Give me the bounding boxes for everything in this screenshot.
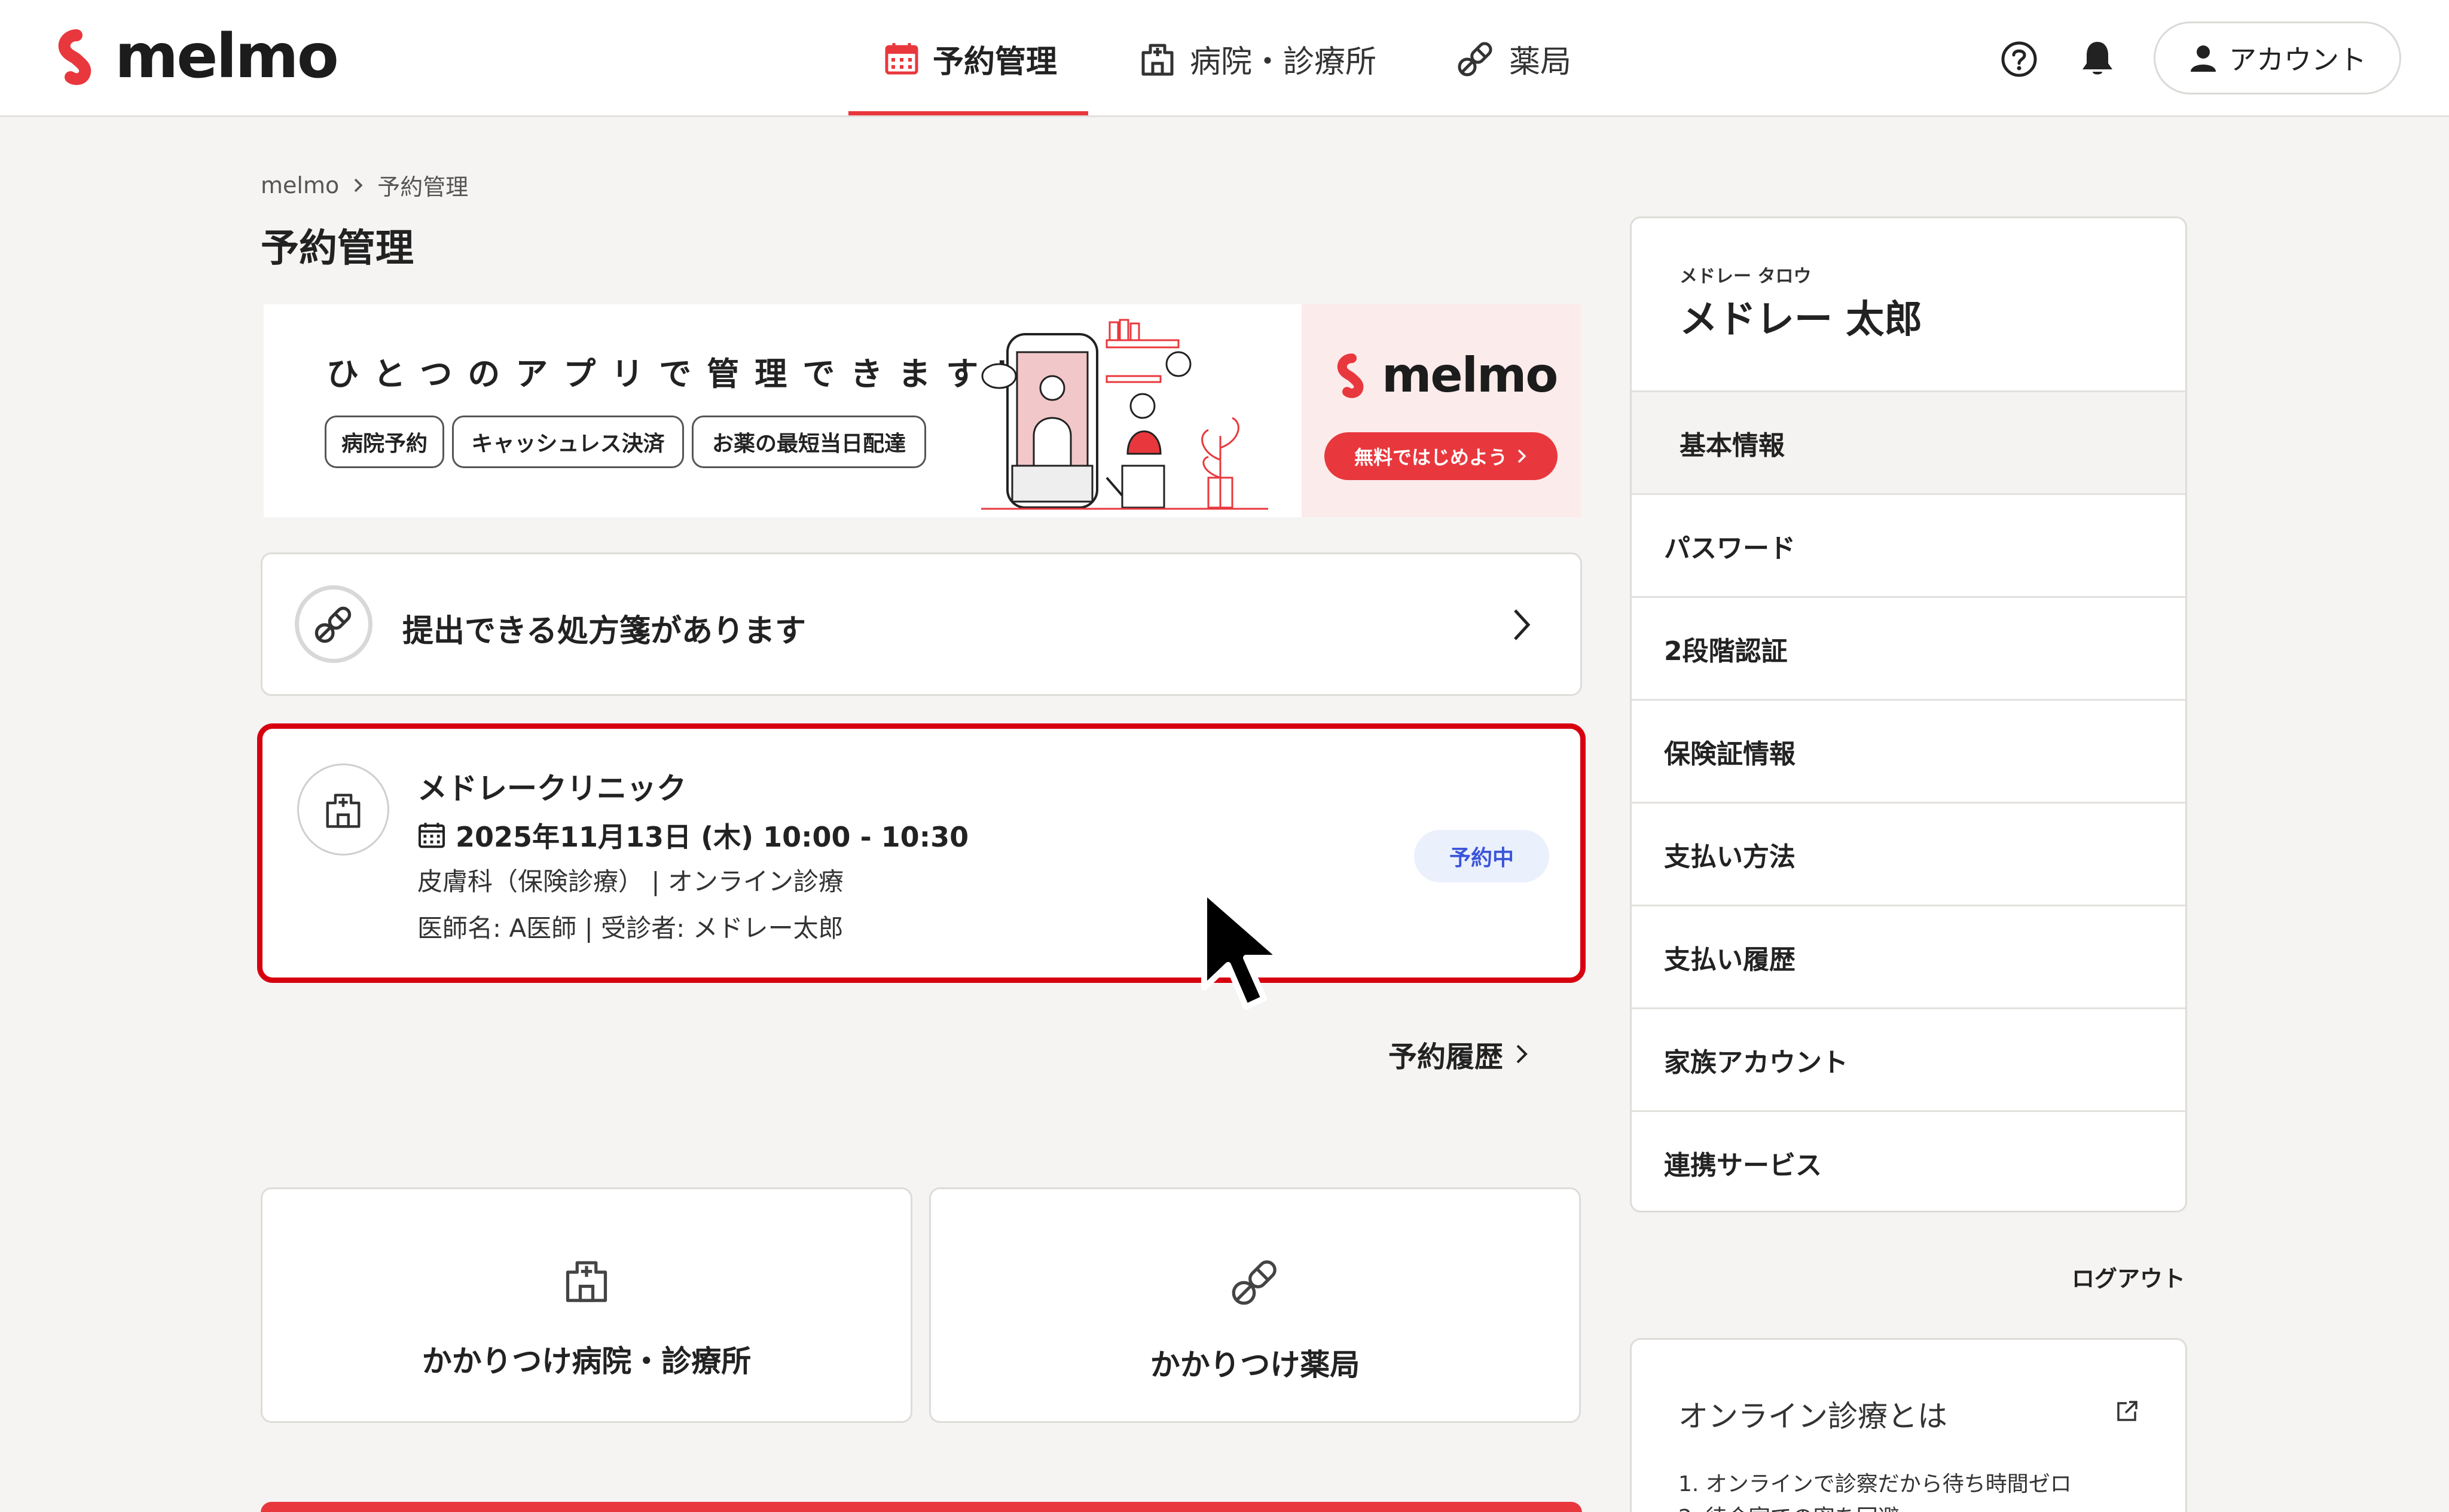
melmo-logo[interactable]: melmo bbox=[47, 21, 339, 92]
profile-card: メドレー タロウ メドレー 太郎 基本情報 パスワード 2段階認証 保険証情報 … bbox=[1630, 216, 2187, 1212]
menu-item-linked-services[interactable]: 連携サービス bbox=[1632, 1110, 2185, 1211]
menu-item-label: 保険証情報 bbox=[1664, 738, 1795, 769]
menu-item-payment-method[interactable]: 支払い方法 bbox=[1632, 802, 2185, 905]
prescription-icon-circle bbox=[295, 585, 372, 663]
banner-logo: melmo bbox=[1328, 347, 1558, 403]
menu-item-label: 支払い方法 bbox=[1664, 841, 1795, 872]
hospital-icon bbox=[566, 1261, 607, 1302]
hospital-icon bbox=[326, 793, 361, 828]
menu-item-insurance[interactable]: 保険証情報 bbox=[1632, 699, 2185, 802]
melmo-logo-icon bbox=[1337, 353, 1364, 398]
tile-label: かかりつけ薬局 bbox=[1150, 1348, 1360, 1382]
appointment-doctor: 医師名: A医師 | 受診者: メドレー太郎 bbox=[417, 914, 844, 943]
appointment-datetime-text: 2025年11月13日 (木) 10:00 - 10:30 bbox=[456, 821, 969, 853]
promo-banner[interactable]: ひとつのアプリで管理できます！ 病院予約 キャッシュレス決済 お薬の最短当日配達… bbox=[264, 304, 1581, 517]
menu-item-label: 連携サービス bbox=[1664, 1150, 1822, 1181]
banner-chip: キャッシュレス決済 bbox=[452, 416, 684, 468]
chevron-right-icon bbox=[354, 178, 363, 192]
appointment-card[interactable]: メドレークリニック 2025年11月13日 (木) 10:00 - 10:30 … bbox=[257, 723, 1586, 983]
bottom-banner-edge bbox=[261, 1502, 1582, 1512]
chevron-right-icon bbox=[1516, 1044, 1528, 1064]
calendar-icon bbox=[419, 823, 445, 848]
clinic-name: メドレークリニック bbox=[417, 771, 686, 806]
breadcrumb-home[interactable]: melmo bbox=[261, 172, 339, 198]
pill-icon bbox=[1232, 1260, 1277, 1305]
pill-icon bbox=[1458, 42, 1492, 77]
tab-label: 病院・診療所 bbox=[1190, 44, 1377, 80]
profile-name: メドレー 太郎 bbox=[1680, 298, 1923, 342]
online-card-title: オンライン診療とは bbox=[1678, 1399, 1947, 1434]
external-link-icon bbox=[2117, 1401, 2137, 1421]
favorite-hospital-tile[interactable]: かかりつけ病院・診療所 bbox=[261, 1187, 912, 1423]
mouse-cursor-icon bbox=[1201, 888, 1284, 1010]
menu-item-two-factor[interactable]: 2段階認証 bbox=[1632, 596, 2185, 699]
doctor-consultation-illustration bbox=[981, 319, 1268, 510]
tab-pharmacy[interactable]: 薬局 bbox=[1455, 0, 1571, 117]
reservation-history-link[interactable]: 予約履歴 bbox=[1388, 1033, 1529, 1075]
tab-label: 薬局 bbox=[1509, 44, 1572, 80]
menu-item-payment-history[interactable]: 支払い履歴 bbox=[1632, 905, 2185, 1007]
history-link-label: 予約履歴 bbox=[1388, 1040, 1504, 1074]
menu-item-family-account[interactable]: 家族アカウント bbox=[1632, 1007, 2185, 1110]
menu-item-label: 支払い履歴 bbox=[1664, 944, 1795, 975]
status-badge: 予約中 bbox=[1414, 830, 1549, 882]
banner-chip: お薬の最短当日配達 bbox=[692, 416, 926, 468]
menu-item-basic-info[interactable]: 基本情報 bbox=[1632, 390, 2185, 493]
chevron-right-icon bbox=[1517, 449, 1526, 463]
account-button[interactable]: アカウント bbox=[2154, 22, 2401, 94]
banner-heading: ひとつのアプリで管理できます！ bbox=[326, 355, 1042, 393]
appointment-datetime: 2025年11月13日 (木) 10:00 - 10:30 bbox=[417, 815, 969, 855]
breadcrumb-current: 予約管理 bbox=[377, 174, 469, 200]
hospital-icon bbox=[1141, 44, 1174, 76]
clinic-icon-circle bbox=[297, 763, 389, 856]
chevron-right-icon bbox=[1514, 609, 1531, 640]
banner-chip: 病院予約 bbox=[325, 416, 444, 468]
banner-cta-label: 無料ではじめよう bbox=[1354, 446, 1507, 469]
banner-cta-button[interactable]: 無料ではじめよう bbox=[1324, 432, 1558, 480]
menu-item-password[interactable]: パスワード bbox=[1632, 493, 2185, 596]
banner-right-panel bbox=[1302, 304, 1581, 517]
online-card-item: 1. オンラインで診察だから待ち時間ゼロ bbox=[1678, 1472, 2072, 1496]
help-icon[interactable] bbox=[2000, 40, 2038, 78]
online-card-item: 2. 待合室での密を回避 bbox=[1678, 1500, 1900, 1512]
logo-text: melmo bbox=[115, 21, 339, 92]
tab-label: 予約管理 bbox=[933, 44, 1058, 80]
pill-icon bbox=[314, 606, 352, 643]
banner-logo-text: melmo bbox=[1382, 347, 1558, 403]
prescription-card[interactable]: 提出できる処方箋があります bbox=[261, 552, 1582, 696]
tab-hospitals[interactable]: 病院・診療所 bbox=[1138, 0, 1376, 117]
menu-item-label: パスワード bbox=[1664, 533, 1795, 564]
favorite-pharmacy-tile[interactable]: かかりつけ薬局 bbox=[929, 1187, 1581, 1423]
page-title: 予約管理 bbox=[261, 227, 414, 271]
top-header: melmo 予約管理 病院・診療所 薬局 アカウント bbox=[0, 0, 2449, 117]
melmo-logo-icon bbox=[58, 29, 91, 85]
prescription-text: 提出できる処方箋があります bbox=[402, 613, 806, 649]
online-consultation-card[interactable]: オンライン診療とは 1. オンラインで診察だから待ち時間ゼロ 2. 待合室での密… bbox=[1630, 1338, 2187, 1512]
menu-item-label: 2段階認証 bbox=[1664, 636, 1788, 667]
menu-item-label: 家族アカウント bbox=[1664, 1047, 1848, 1078]
menu-item-label: 基本情報 bbox=[1680, 430, 1785, 461]
profile-name-kana: メドレー タロウ bbox=[1680, 266, 1812, 287]
tile-label: かかりつけ病院・診療所 bbox=[422, 1344, 752, 1379]
user-icon bbox=[2191, 45, 2216, 72]
appointment-department: 皮膚科（保険診療） | オンライン診療 bbox=[417, 867, 844, 896]
active-tab-indicator bbox=[848, 111, 1088, 115]
tab-reservations[interactable]: 予約管理 bbox=[884, 0, 1057, 117]
account-label: アカウント bbox=[2229, 44, 2366, 76]
calendar-icon bbox=[885, 43, 918, 75]
bell-icon[interactable] bbox=[2078, 38, 2117, 79]
logout-link[interactable]: ログアウト bbox=[2072, 1260, 2185, 1293]
breadcrumb: melmo 予約管理 bbox=[261, 169, 468, 201]
